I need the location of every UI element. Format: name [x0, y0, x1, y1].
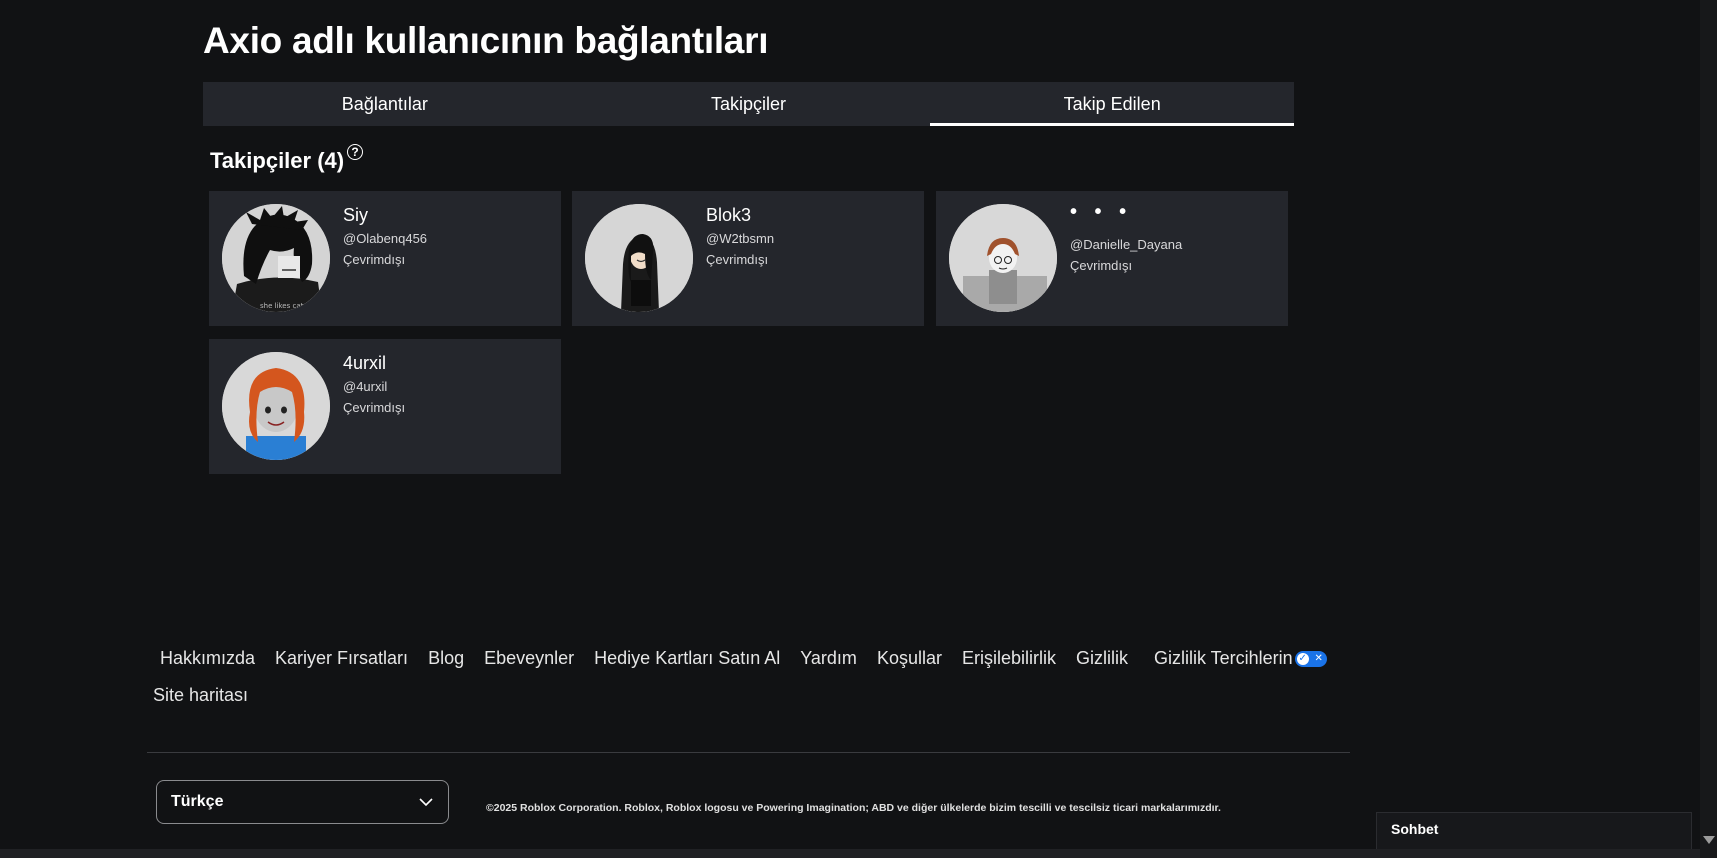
privacy-preferences-link[interactable]: Gizlilik Tercihlerin ✓ ✕ [1154, 648, 1327, 669]
section-title: Takipçiler (4) [210, 148, 345, 173]
card-username: @W2tbsmn [706, 231, 775, 246]
tab-following[interactable]: Takip Edilen [930, 82, 1294, 126]
scrollbar[interactable] [1700, 0, 1717, 858]
friend-card-blok3[interactable]: Blok3 @W2tbsmn Çevrimdışı [572, 191, 924, 326]
card-status: Çevrimdışı [706, 252, 769, 267]
help-icon[interactable]: ? [347, 144, 364, 160]
footer-link-about[interactable]: Hakkımızda [160, 648, 255, 669]
language-select-value: Türkçe [171, 793, 224, 810]
copyright-text: ©2025 Roblox Corporation. Roblox, Roblox… [486, 802, 1221, 814]
card-status: Çevrimdışı [343, 252, 406, 267]
footer-link-parents[interactable]: Ebeveynler [484, 648, 574, 669]
footer-link-privacy[interactable]: Gizlilik [1076, 648, 1128, 669]
friend-card-danielle[interactable]: • • • @Danielle_Dayana Çevrimdışı [936, 191, 1288, 326]
footer-link-careers[interactable]: Kariyer Fırsatları [275, 648, 408, 669]
avatar-image [949, 204, 1057, 312]
card-status: Çevrimdışı [343, 400, 406, 415]
avatar-image: she likes cats [222, 204, 330, 312]
tab-bar: Bağlantılar Takipçiler Takip Edilen [203, 82, 1294, 126]
card-username: @Olabenq456 [343, 231, 428, 246]
card-display-name[interactable]: 4urxil [343, 353, 386, 374]
avatar[interactable] [222, 352, 330, 460]
footer-link-help[interactable]: Yardım [800, 648, 857, 669]
footer-links: Hakkımızda Kariyer Fırsatları Blog Ebeve… [160, 648, 1327, 669]
language-select[interactable]: Türkçe [156, 780, 449, 824]
card-status: Çevrimdışı [1070, 258, 1133, 273]
avatar[interactable] [949, 204, 1057, 312]
avatar[interactable] [585, 204, 693, 312]
avatar-image [222, 352, 330, 460]
footer-link-terms[interactable]: Koşullar [877, 648, 942, 669]
page-title: Axio adlı kullanıcının bağlantıları [203, 20, 769, 61]
footer-link-sitemap[interactable]: Site haritası [153, 685, 248, 706]
scroll-down-arrow-icon[interactable] [1703, 836, 1715, 844]
avatar[interactable]: she likes cats [222, 204, 330, 312]
privacy-toggle-icon: ✓ ✕ [1294, 650, 1327, 667]
card-username: @Danielle_Dayana [1070, 237, 1183, 252]
card-display-name[interactable]: Blok3 [706, 205, 751, 226]
friend-card-4urxil[interactable]: 4urxil @4urxil Çevrimdışı [209, 339, 561, 474]
svg-text:she likes cats: she likes cats [260, 302, 307, 310]
chat-label: Sohbet [1391, 821, 1439, 837]
footer-link-accessibility[interactable]: Erişilebilirlik [962, 648, 1056, 669]
tab-followers[interactable]: Takipçiler [567, 82, 931, 126]
footer-link-gift-cards[interactable]: Hediye Kartları Satın Al [594, 648, 780, 669]
chevron-down-icon [419, 798, 433, 807]
page: Axio adlı kullanıcının bağlantıları Bağl… [0, 0, 1717, 858]
footer-divider [147, 752, 1350, 753]
bottom-strip [0, 849, 1700, 858]
friend-card-siy[interactable]: she likes cats Siy @Olabenq456 Çevrimdış… [209, 191, 561, 326]
card-display-name[interactable]: Siy [343, 205, 368, 226]
tab-connections[interactable]: Bağlantılar [203, 82, 567, 126]
privacy-preferences-label: Gizlilik Tercihlerin [1153, 648, 1293, 668]
card-username: @4urxil [343, 379, 388, 394]
footer-link-blog[interactable]: Blog [428, 648, 464, 669]
avatar-image [585, 204, 693, 312]
section-heading: Takipçiler (4) ? [210, 144, 364, 174]
card-display-name[interactable]: • • • [1070, 201, 1132, 224]
